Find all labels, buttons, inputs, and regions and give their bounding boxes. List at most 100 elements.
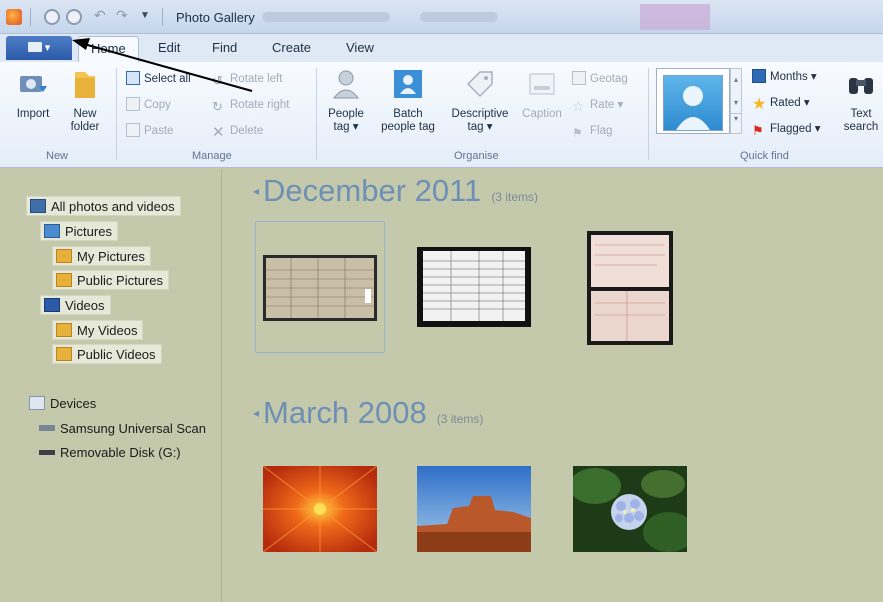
undo-icon[interactable]: ↶ <box>94 7 110 23</box>
geotag-label: Geotag <box>590 73 628 85</box>
flagged-button[interactable]: ⚑ Flagged ▾ <box>752 120 821 138</box>
people-filter-gallery[interactable] <box>656 68 730 134</box>
folder-icon <box>56 249 72 263</box>
nav-devices-label: Devices <box>50 396 97 411</box>
devices-icon <box>29 396 45 410</box>
title-bar: ↶ ↷ ▼ Photo Gallery <box>0 0 883 34</box>
nav-public-pictures-label: Public Pictures <box>77 273 163 288</box>
descriptive-tag-button[interactable]: Descriptive tag ▾ <box>446 68 514 134</box>
rated-button[interactable]: ★ Rated ▾ <box>752 94 810 113</box>
rate-button[interactable]: ☆ Rate ▾ <box>572 96 623 114</box>
photo-thumbnail[interactable] <box>263 466 377 552</box>
person-silhouette-icon <box>676 86 710 130</box>
nav-removable-label: Removable Disk (G:) <box>60 445 181 460</box>
new-folder-label-1: New <box>73 108 97 120</box>
descriptive-tag-label-1: Descriptive <box>451 108 509 120</box>
nav-all-photos[interactable]: All photos and videos <box>26 196 181 216</box>
nav-my-pictures[interactable]: My Pictures <box>52 246 151 266</box>
photo-thumbnail[interactable] <box>587 231 673 345</box>
nav-public-videos-label: Public Videos <box>77 347 156 362</box>
rotate-left-icon: ↺ <box>212 73 223 88</box>
folder-icon <box>56 273 72 287</box>
tab-home[interactable]: Home <box>78 36 139 62</box>
rotate-right-label: Rotate right <box>230 99 290 111</box>
nav-my-pictures-label: My Pictures <box>77 249 145 264</box>
divider <box>30 8 31 26</box>
copy-button[interactable]: Copy <box>126 96 171 114</box>
people-tag-button[interactable]: People tag ▾ <box>322 68 370 134</box>
paste-icon <box>126 123 140 137</box>
title-blur <box>420 12 498 22</box>
title-blur <box>262 12 390 22</box>
select-all-icon <box>126 71 140 85</box>
nav-devices[interactable]: Devices <box>26 394 101 414</box>
divider <box>162 8 163 26</box>
scroll-down-icon[interactable]: ▾ <box>731 98 741 107</box>
nav-pictures-label: Pictures <box>65 224 112 239</box>
nav-videos[interactable]: Videos <box>40 295 111 315</box>
tab-view[interactable]: View <box>346 40 374 55</box>
geotag-button[interactable]: Geotag <box>572 70 628 88</box>
tab-edit[interactable]: Edit <box>158 40 180 55</box>
copy-label: Copy <box>144 99 171 111</box>
descriptive-tag-label-2: tag ▾ <box>467 121 493 133</box>
photo-thumbnail[interactable] <box>263 255 377 321</box>
flag-red-icon: ⚑ <box>752 123 764 138</box>
expand-gallery-icon[interactable]: ▾ <box>731 113 741 123</box>
calendar-icon <box>752 69 766 83</box>
batch-people-tag-button[interactable]: Batch people tag <box>374 68 442 134</box>
nav-pictures[interactable]: Pictures <box>40 221 118 241</box>
import-button[interactable]: Import <box>10 68 56 121</box>
delete-label: Delete <box>230 125 264 137</box>
nav-videos-label: Videos <box>65 298 105 313</box>
rotate-left-button[interactable]: ↺ Rotate left <box>212 70 282 88</box>
binoculars-icon <box>849 78 873 94</box>
nav-samsung-scanner[interactable]: Samsung Universal Scan <box>36 419 211 439</box>
group-label-organise: Organise <box>454 150 499 162</box>
tab-find[interactable]: Find <box>212 40 237 55</box>
group-header-december-2011[interactable]: ◂ December 2011 (3 items) <box>253 173 538 209</box>
gallery-scroll[interactable]: ▴ ▾ ▾ <box>730 68 742 134</box>
text-search-label-1: Text <box>850 108 872 120</box>
folder-icon <box>75 72 95 98</box>
rate-label: Rate ▾ <box>590 99 624 111</box>
redo-icon[interactable]: ↷ <box>116 7 132 23</box>
nav-public-videos[interactable]: Public Videos <box>52 344 162 364</box>
back-icon[interactable] <box>44 9 60 25</box>
rotate-right-button[interactable]: ↻ Rotate right <box>212 96 289 114</box>
flag-button[interactable]: ⚑ Flag <box>572 122 612 140</box>
folder-icon <box>56 347 72 361</box>
flagged-label: Flagged ▾ <box>770 123 821 135</box>
file-menu-icon <box>27 42 42 52</box>
star-rated-icon: ★ <box>752 96 767 113</box>
group-header-march-2008[interactable]: ◂ March 2008 (3 items) <box>253 395 483 431</box>
forward-icon[interactable] <box>66 9 82 25</box>
nav-removable-disk[interactable]: Removable Disk (G:) <box>36 443 186 463</box>
photo-thumbnail[interactable] <box>573 466 687 552</box>
select-all-button[interactable]: Select all <box>126 70 191 88</box>
collapse-bullet-icon[interactable]: ◂ <box>253 406 259 420</box>
file-menu-button[interactable]: ▾ <box>6 36 72 60</box>
collapse-bullet-icon[interactable]: ◂ <box>253 184 259 198</box>
photo-thumbnail[interactable] <box>417 247 531 327</box>
tab-create[interactable]: Create <box>272 40 311 55</box>
group-count: (3 items) <box>491 190 538 204</box>
title-highlight <box>640 4 710 30</box>
import-label: Import <box>16 108 50 120</box>
all-photos-icon <box>30 199 46 213</box>
tag-icon <box>466 71 493 98</box>
delete-button[interactable]: ✕ Delete <box>212 122 263 140</box>
nav-my-videos[interactable]: My Videos <box>52 320 144 340</box>
text-search-button[interactable]: Text search <box>840 68 882 134</box>
file-menu-caret: ▾ <box>44 42 51 54</box>
photo-thumbnail[interactable] <box>417 466 531 552</box>
caption-button[interactable]: Caption <box>516 68 568 121</box>
folder-icon <box>56 323 72 337</box>
months-button[interactable]: Months ▾ <box>752 68 817 86</box>
customize-quick-access-icon[interactable]: ▼ <box>140 10 156 26</box>
nav-public-pictures[interactable]: Public Pictures <box>52 270 169 290</box>
scroll-up-icon[interactable]: ▴ <box>731 75 741 84</box>
app-icon[interactable] <box>6 9 22 25</box>
paste-button[interactable]: Paste <box>126 122 173 140</box>
new-folder-button[interactable]: New folder <box>62 68 108 134</box>
